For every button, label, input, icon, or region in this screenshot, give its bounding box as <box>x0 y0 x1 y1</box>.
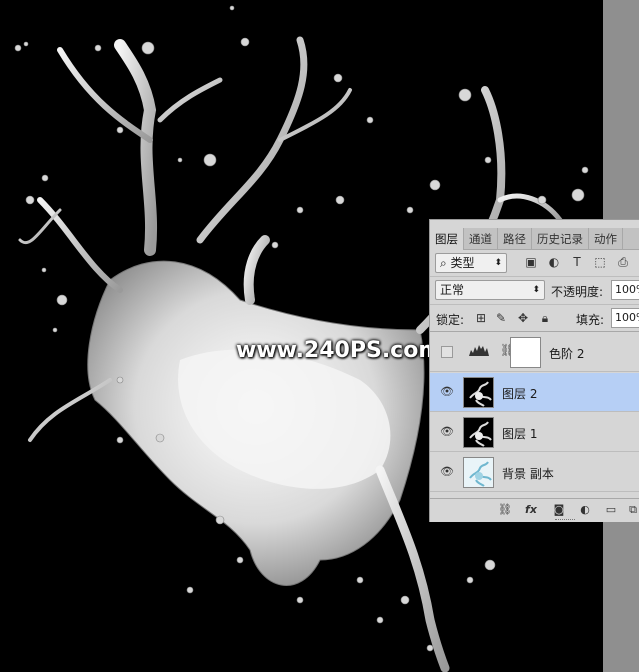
group-icon[interactable]: ▭ <box>604 503 618 517</box>
adjustment-layer-icon[interactable]: ◐ <box>578 503 592 517</box>
search-icon: ⌕ <box>440 256 451 270</box>
tab-layers[interactable]: 图层 <box>430 228 464 250</box>
lock-paint-icon[interactable]: ✎ <box>494 311 508 325</box>
blend-mode-value: 正常 <box>440 283 465 297</box>
lock-label: 锁定: <box>436 313 465 327</box>
layer-name: 色阶 2 <box>549 347 585 361</box>
layer-thumbnail <box>463 457 494 488</box>
layer-name: 图层 1 <box>502 427 538 441</box>
filter-kind-label: 类型 <box>450 256 475 270</box>
mask-icon[interactable]: ◙ <box>552 503 566 517</box>
eye-icon[interactable]: 👁︎ <box>440 425 454 439</box>
fill-input[interactable]: 100% <box>611 308 639 328</box>
tab-actions[interactable]: 动作 <box>589 228 623 250</box>
updown-arrow-icon: ⬍ <box>532 285 540 295</box>
smart-object-icon[interactable]: ⎙ <box>616 255 630 269</box>
resize-grip[interactable] <box>555 519 575 522</box>
watermark-text: www.240PS.com <box>236 338 442 363</box>
layers-bottom-toolbar: ⛓ fx ◙ ◐ ▭ ⧉ <box>430 498 639 520</box>
layer-row-layer1[interactable]: 👁︎ 图层 1 <box>430 413 639 452</box>
layers-panel: 图层 通道 路径 历史记录 动作 ⌕ 类型 ⬍ ▣ ◐ T ⬚ ⎙ 正常 ⬍ 不… <box>429 219 639 522</box>
blend-row: 正常 ⬍ 不透明度: 100% <box>430 277 639 305</box>
link-icon[interactable]: ⛓ <box>498 503 512 517</box>
layer-name: 图层 2 <box>502 387 538 401</box>
tab-history[interactable]: 历史记录 <box>532 228 589 250</box>
updown-arrow-icon: ⬍ <box>494 258 502 268</box>
eye-icon[interactable]: 👁︎ <box>440 465 454 479</box>
lock-row: 锁定: ⊞ ✎ ✥ 🔒︎ 填充: 100% <box>430 306 639 332</box>
levels-histogram-icon <box>469 345 489 356</box>
image-icon[interactable]: ▣ <box>524 255 538 269</box>
new-layer-icon[interactable]: ⧉ <box>626 503 639 517</box>
opacity-input[interactable]: 100% <box>611 280 639 300</box>
fx-icon[interactable]: fx <box>524 503 538 517</box>
layer-thumbnail <box>463 377 494 408</box>
eye-icon[interactable]: 👁︎ <box>440 385 454 399</box>
adjustment-icon[interactable]: ◐ <box>547 255 561 269</box>
layer-mask-thumbnail[interactable] <box>510 337 541 368</box>
tab-channels[interactable]: 通道 <box>464 228 498 250</box>
layer-row-layer2[interactable]: 👁︎ 图层 2 <box>430 373 639 412</box>
fill-label: 填充: <box>576 313 605 327</box>
layer-name: 背景 副本 <box>502 467 554 481</box>
layer-list: ⛓ 色阶 2 👁︎ 图层 2 👁︎ 图层 1 👁︎ 背景 副本 <box>430 333 639 495</box>
lock-transparent-icon[interactable]: ⊞ <box>474 311 488 325</box>
shape-icon[interactable]: ⬚ <box>593 255 607 269</box>
layer-row-background-copy[interactable]: 👁︎ 背景 副本 <box>430 453 639 492</box>
visibility-toggle[interactable] <box>441 346 453 358</box>
lock-all-icon[interactable]: 🔒︎ <box>538 311 552 325</box>
tab-paths[interactable]: 路径 <box>498 228 532 250</box>
blend-mode-select[interactable]: 正常 ⬍ <box>435 280 545 300</box>
lock-position-icon[interactable]: ✥ <box>516 311 530 325</box>
filter-kind-select[interactable]: ⌕ 类型 ⬍ <box>435 253 507 273</box>
layer-row-levels[interactable]: ⛓ 色阶 2 <box>430 333 639 372</box>
layer-thumbnail <box>463 417 494 448</box>
panel-tab-bar: 图层 通道 路径 历史记录 动作 <box>430 228 639 250</box>
text-icon[interactable]: T <box>570 255 584 269</box>
opacity-label: 不透明度: <box>551 285 604 299</box>
layer-filter-row: ⌕ 类型 ⬍ ▣ ◐ T ⬚ ⎙ <box>430 251 639 277</box>
